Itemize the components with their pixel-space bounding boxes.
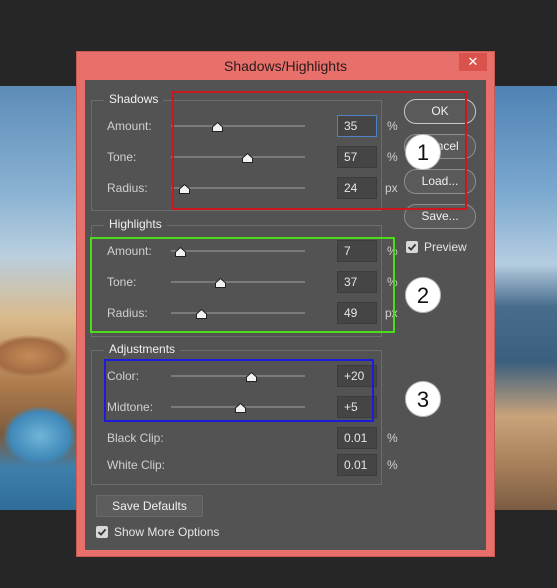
shadows-tone-label: Tone: — [107, 150, 137, 164]
white-clip-row: White Clip: 0.01 % — [107, 454, 398, 478]
title-bar[interactable]: Shadows/Highlights ✕ — [77, 52, 494, 80]
dialog-content: Shadows Amount: 35 % Tone: 57 % Radius: … — [85, 80, 486, 550]
show-more-options-label: Show More Options — [114, 525, 220, 539]
shadows-highlights-dialog: Shadows/Highlights ✕ Shadows Amount: 35 … — [76, 51, 495, 557]
checkmark-icon — [407, 243, 417, 251]
photo-left-edge — [0, 86, 78, 510]
black-clip-row: Black Clip: 0.01 % — [107, 427, 398, 451]
save-defaults-button[interactable]: Save Defaults — [96, 495, 203, 517]
white-clip-unit: % — [387, 458, 398, 472]
black-clip-label: Black Clip: — [107, 431, 164, 445]
show-more-options-checkbox[interactable] — [96, 526, 108, 538]
annotation-box-3 — [104, 359, 374, 422]
close-button[interactable]: ✕ — [459, 53, 487, 71]
highlights-title: Highlights — [104, 217, 167, 231]
adjustments-title: Adjustments — [104, 342, 181, 356]
annotation-number-3: 3 — [405, 381, 441, 417]
white-clip-label: White Clip: — [107, 458, 166, 472]
photo-right-edge — [495, 86, 557, 510]
white-clip-input[interactable]: 0.01 — [337, 454, 377, 476]
annotation-number-2: 2 — [405, 277, 441, 313]
shadows-amount-label: Amount: — [107, 119, 152, 133]
annotation-number-1: 1 — [405, 134, 441, 170]
preview-label: Preview — [424, 240, 467, 254]
preview-checkbox[interactable] — [406, 241, 418, 253]
black-clip-input[interactable]: 0.01 — [337, 427, 377, 449]
shadows-radius-label: Radius: — [107, 181, 148, 195]
black-clip-unit: % — [387, 431, 398, 445]
shadows-title: Shadows — [104, 92, 164, 106]
close-icon: ✕ — [467, 54, 479, 69]
checkmark-icon — [97, 528, 107, 536]
annotation-box-2 — [90, 237, 395, 333]
dialog-title: Shadows/Highlights — [224, 58, 347, 74]
